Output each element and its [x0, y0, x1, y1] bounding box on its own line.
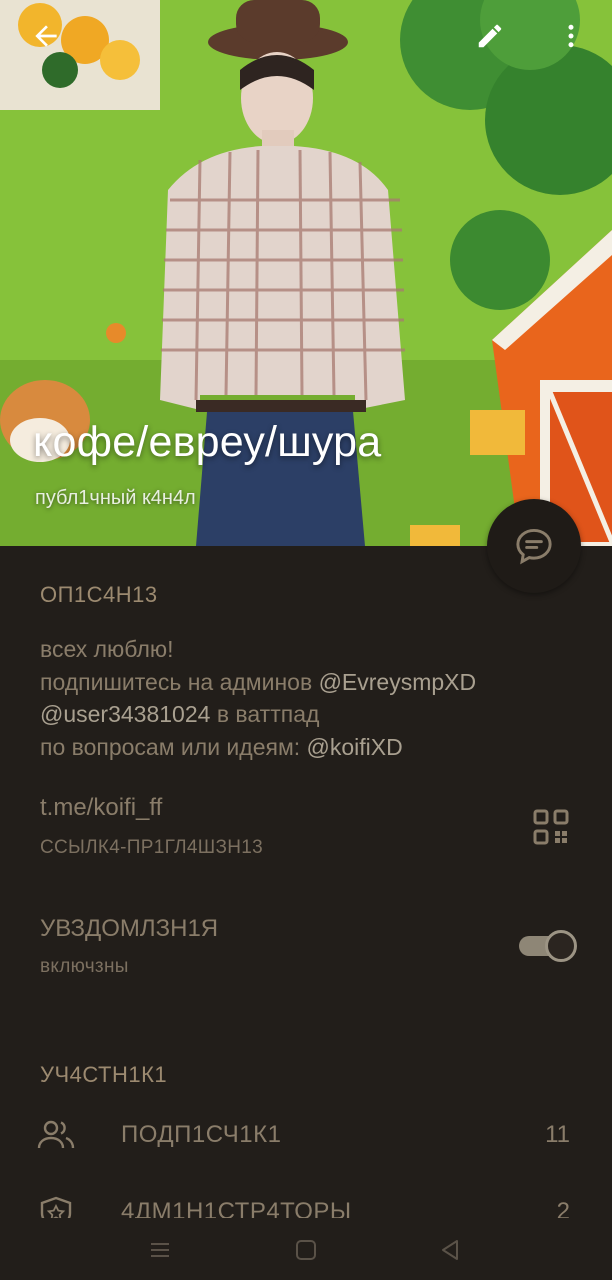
- back-triangle-icon: [442, 1240, 458, 1260]
- notifications-title: УВЗДОМЛЗН1Я: [40, 915, 219, 942]
- chat-bubble-icon: [516, 528, 552, 565]
- more-options-button[interactable]: [547, 12, 595, 60]
- mention-link[interactable]: @user34381024: [40, 701, 210, 727]
- notifications-toggle[interactable]: [517, 929, 577, 963]
- description-line: всех люблю!: [40, 636, 174, 662]
- members-section-title: УЧ4СТН1К1: [40, 1062, 168, 1087]
- qr-code-icon: [533, 809, 569, 845]
- channel-description: всех люблю! подпишитесь на админов @Evre…: [40, 633, 580, 763]
- administrators-row[interactable]: 4ДМ1Н1СТР4ТОРЫ 2: [0, 1190, 612, 1220]
- description-text: в ваттпад: [210, 701, 320, 727]
- home-button[interactable]: [286, 1230, 326, 1270]
- recent-apps-button[interactable]: [140, 1230, 180, 1270]
- description-text: подпишитесь на админов: [40, 668, 319, 695]
- channel-type-label: публ1чный к4н4л: [35, 487, 196, 509]
- channel-title: кофе/евреу/шура: [33, 418, 382, 466]
- subscribers-label: ПОДП1СЧ1К1: [121, 1121, 282, 1148]
- mention-link[interactable]: @koifiXD: [307, 734, 403, 760]
- system-navigation-bar: [0, 1218, 612, 1280]
- invite-link[interactable]: t.me/koifi_ff: [40, 794, 162, 822]
- system-back-button[interactable]: [430, 1230, 470, 1270]
- home-icon: [296, 1240, 316, 1260]
- toggle-knob: [545, 930, 577, 962]
- qr-code-button[interactable]: [530, 806, 572, 848]
- description-section-title: ОП1С4Н13: [40, 582, 158, 607]
- administrators-count: 2: [556, 1198, 570, 1220]
- admin-shield-icon: [40, 1196, 72, 1220]
- description-line: @user34381024 в ваттпад: [40, 698, 580, 731]
- arrow-left-icon: [35, 25, 57, 47]
- channel-cover: кофе/евреу/шура публ1чный к4н4л: [0, 0, 612, 546]
- recent-apps-icon: [151, 1243, 169, 1257]
- description-line: подпишитесь на админов @EvreysmpXD: [40, 666, 580, 699]
- edit-button[interactable]: [466, 12, 514, 60]
- description-text: по вопросам или идеям:: [40, 733, 307, 760]
- subscribers-row[interactable]: ПОДП1СЧ1К1 11: [0, 1105, 612, 1165]
- more-vertical-icon: [568, 24, 574, 48]
- invite-link-label: ССЫЛК4-ПР1ГЛ4ШЗН13: [40, 837, 263, 858]
- administrators-label: 4ДМ1Н1СТР4ТОРЫ: [121, 1198, 352, 1220]
- members-list-overflow: 4ДМ1Н1СТР4ТОРЫ 2: [0, 1190, 612, 1220]
- pencil-icon: [478, 24, 502, 48]
- people-icon: [37, 1120, 75, 1149]
- mention-link[interactable]: @EvreysmpXD: [319, 669, 477, 695]
- open-chat-button[interactable]: [487, 499, 581, 593]
- subscribers-count: 11: [545, 1121, 570, 1148]
- back-button[interactable]: [22, 12, 70, 60]
- notifications-status: включзны: [40, 956, 129, 977]
- description-line: по вопросам или идеям: @koifiXD: [40, 731, 580, 764]
